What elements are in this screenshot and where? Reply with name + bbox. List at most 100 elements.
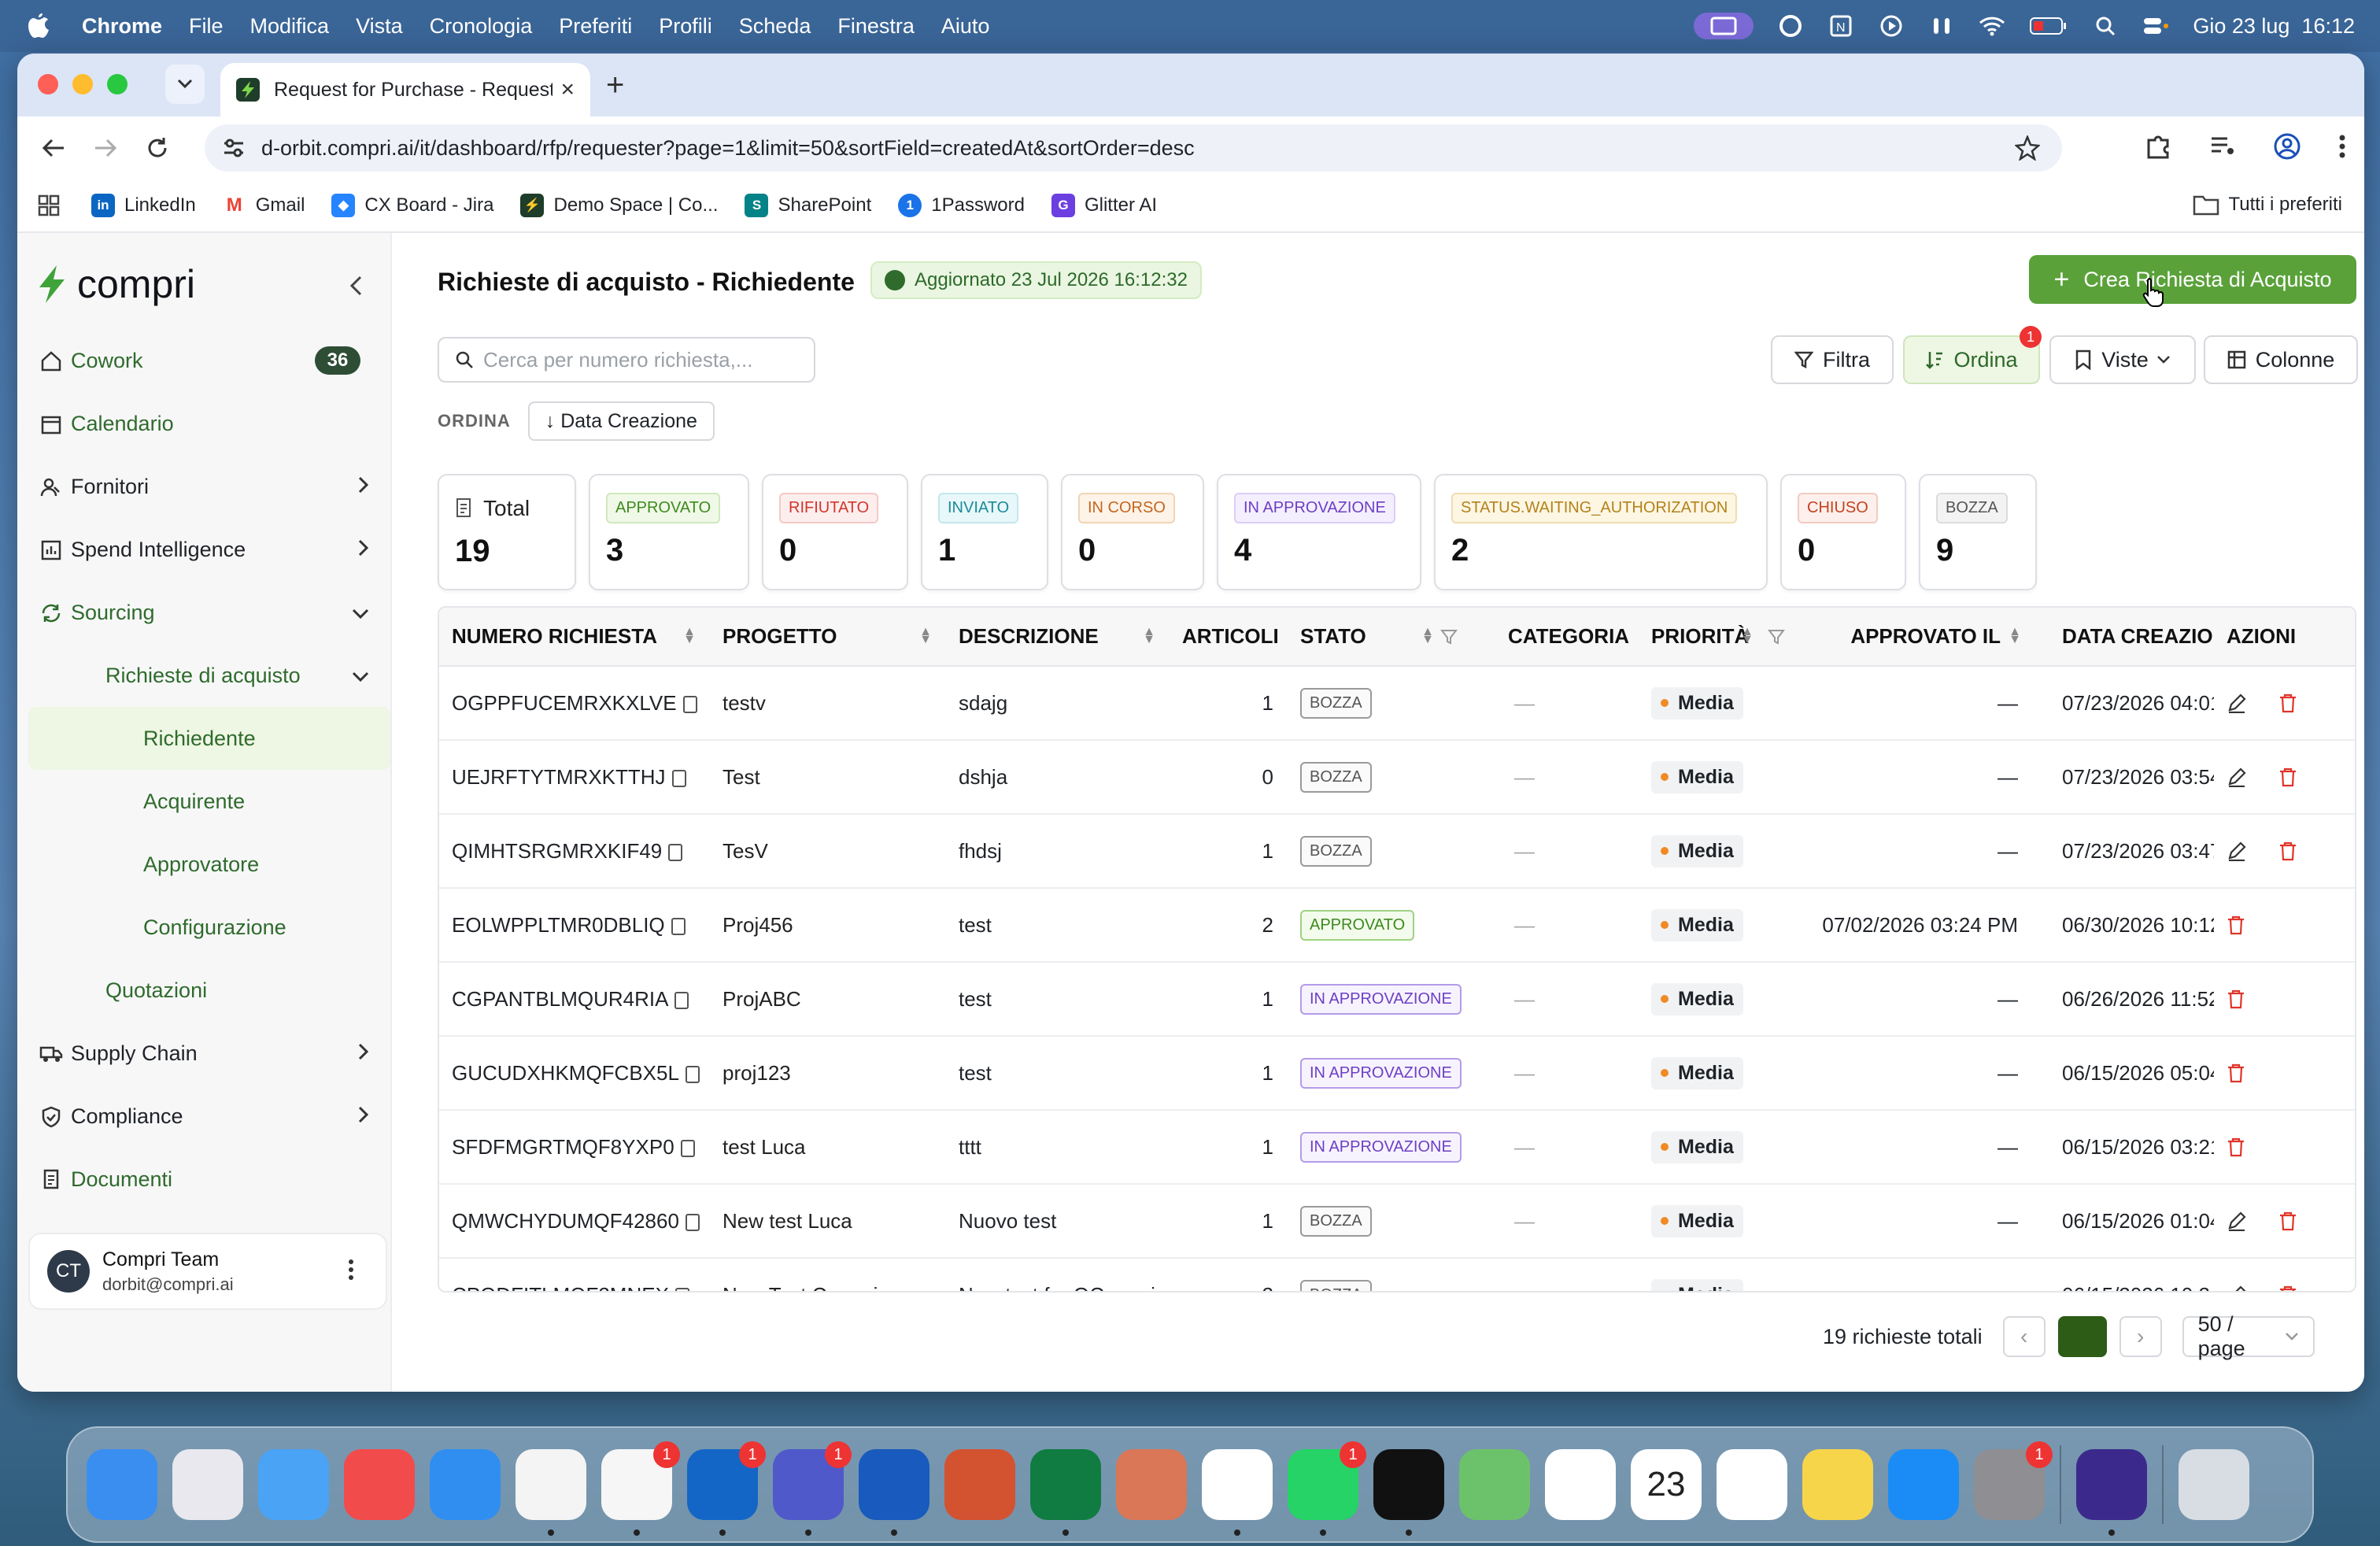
menu-cronologia[interactable]: Cronologia: [430, 14, 533, 39]
status-card-in-corso[interactable]: IN CORSO 0: [1061, 474, 1204, 590]
profile-icon[interactable]: [2273, 132, 2301, 161]
next-page-button[interactable]: ›: [2119, 1316, 2162, 1357]
copy-icon[interactable]: [674, 1287, 689, 1291]
table-row[interactable]: EOLWPPLTMR0DBLIQ Proj456 test 2 APPROVATO — Me…: [439, 888, 2355, 963]
copy-icon[interactable]: [668, 843, 683, 861]
user-card[interactable]: CT Compri Team dorbit@compri.ai: [28, 1233, 387, 1310]
delete-icon[interactable]: [2278, 693, 2297, 713]
delete-icon[interactable]: [2278, 767, 2297, 787]
cell-request-number[interactable]: QMWCHYDUMQF42860: [439, 1184, 710, 1259]
browser-menu-kebab-icon[interactable]: [2338, 132, 2347, 161]
delete-icon[interactable]: [2227, 989, 2245, 1009]
cell-request-number[interactable]: EOLWPPLTMR0DBLIQ: [439, 888, 710, 963]
appstore-icon[interactable]: [1888, 1449, 1959, 1520]
sort-chip-data-creazione[interactable]: ↓ Data Creazione: [527, 401, 715, 441]
status-card-approvato[interactable]: APPROVATO 3: [589, 474, 749, 590]
col-approvato-il[interactable]: APPROVATO IL ▲ ▼: [1796, 608, 2032, 667]
media-control-icon[interactable]: [2208, 132, 2237, 161]
columns-button[interactable]: Colonne: [2204, 335, 2358, 384]
teams-icon[interactable]: 1: [773, 1441, 852, 1536]
excel-icon[interactable]: [1030, 1449, 1101, 1536]
table-row[interactable]: QIMHTSRGMRXKIF49 TesV fhdsj 1 BOZZA — Media —07…: [439, 814, 2355, 889]
calendar-icon[interactable]: 23: [1631, 1449, 1702, 1520]
grammarly-icon[interactable]: [1777, 13, 1804, 39]
tab-search-button[interactable]: [165, 65, 205, 104]
battery-icon[interactable]: [2029, 13, 2068, 39]
zoom-window-button[interactable]: [107, 74, 128, 94]
new-tab-button[interactable]: +: [606, 68, 624, 103]
sort-button[interactable]: Ordina 1: [1903, 326, 2042, 384]
col-priorita[interactable]: PRIORITÀ ▲ ▼: [1639, 608, 1796, 667]
copy-icon[interactable]: [682, 695, 697, 713]
cell-request-number[interactable]: CPODFITLMQF2MNEX: [439, 1258, 710, 1291]
apps-grid-icon[interactable]: [38, 194, 60, 216]
delete-icon[interactable]: [2278, 841, 2297, 861]
search-input[interactable]: [483, 347, 798, 372]
outlook-icon[interactable]: 1: [687, 1441, 766, 1536]
delete-icon[interactable]: [2278, 1211, 2297, 1231]
notes-icon[interactable]: [1802, 1449, 1873, 1520]
claude-icon[interactable]: [1116, 1449, 1187, 1520]
user-menu-kebab-icon[interactable]: [348, 1258, 354, 1288]
sort-arrows-icon[interactable]: ▲ ▼: [1741, 626, 1754, 646]
menubar-clock[interactable]: Gio 23 lug 16:12: [2193, 14, 2355, 39]
word-icon[interactable]: [859, 1449, 929, 1536]
notion-icon[interactable]: [1202, 1449, 1273, 1536]
create-request-button[interactable]: + Crea Richiesta di Acquisto: [2029, 255, 2356, 304]
sidebar-item-cowork[interactable]: Cowork 36: [28, 329, 390, 392]
copy-icon[interactable]: [674, 991, 689, 1009]
airpods-icon[interactable]: [1928, 13, 1955, 39]
copy-icon[interactable]: [671, 917, 686, 935]
col-numero-richiesta[interactable]: NUMERO RICHIESTA ▲ ▼: [439, 608, 710, 667]
delete-icon[interactable]: [2227, 1137, 2245, 1157]
bookmark-glitter-ai[interactable]: G Glitter AI: [1051, 194, 1157, 217]
edit-icon[interactable]: [2227, 841, 2247, 861]
bookmark-linkedin[interactable]: in LinkedIn: [91, 194, 196, 217]
chrome-icon[interactable]: [516, 1449, 586, 1536]
bookmark-star-icon[interactable]: [2015, 135, 2040, 161]
copy-icon[interactable]: [685, 1065, 700, 1083]
tab-active[interactable]: Request for Purchase - Request ×: [220, 63, 590, 117]
slack-icon[interactable]: 1: [601, 1441, 680, 1536]
extensions-icon[interactable]: [2144, 132, 2172, 161]
menu-scheda[interactable]: Scheda: [739, 14, 811, 39]
sidebar-item-calendario[interactable]: Calendario: [28, 392, 390, 455]
table-row[interactable]: UEJRFTYTMRXKTTHJ Test dshja 0 BOZZA — Media —07…: [439, 740, 2355, 815]
bookmark-sharepoint[interactable]: S SharePoint: [745, 194, 871, 217]
reload-icon[interactable]: [142, 132, 173, 164]
sort-arrows-icon[interactable]: ▲ ▼: [1143, 626, 1155, 646]
status-card-rifiutato[interactable]: RIFIUTATO 0: [762, 474, 908, 590]
reminders-icon[interactable]: [1717, 1449, 1787, 1520]
copy-icon[interactable]: [680, 1139, 695, 1157]
page-size-select[interactable]: 50 / page: [2182, 1312, 2315, 1360]
screen-share-icon[interactable]: [1694, 13, 1754, 39]
menu-profili[interactable]: Profili: [659, 14, 712, 39]
sort-arrows-icon[interactable]: ▲ ▼: [683, 626, 696, 646]
control-center-icon[interactable]: [2142, 13, 2169, 39]
cell-request-number[interactable]: UEJRFTYTMRXKTTHJ: [439, 740, 710, 815]
powerpoint-icon[interactable]: [944, 1449, 1015, 1520]
bookmark-1password[interactable]: 1 1Password: [898, 194, 1025, 217]
sidebar-item-sourcing[interactable]: Sourcing: [28, 581, 390, 644]
current-page-button[interactable]: [2057, 1316, 2107, 1357]
sidebar-item-fornitori[interactable]: Fornitori: [28, 455, 390, 518]
forward-icon[interactable]: [90, 132, 121, 164]
sidebar-item-compliance[interactable]: Compliance: [28, 1085, 390, 1148]
menu-aiuto[interactable]: Aiuto: [941, 14, 990, 39]
col-stato[interactable]: STATO ▲ ▼: [1288, 608, 1495, 667]
menu-file[interactable]: File: [189, 14, 224, 39]
delete-icon[interactable]: [2227, 915, 2245, 935]
play-circle-icon[interactable]: [1878, 13, 1905, 39]
safari-icon[interactable]: [430, 1449, 501, 1520]
status-card-total[interactable]: Total 19: [438, 474, 576, 590]
menu-preferiti[interactable]: Preferiti: [559, 14, 632, 39]
back-icon[interactable]: [38, 132, 69, 164]
views-button[interactable]: Viste: [2049, 335, 2196, 384]
status-card-inviato[interactable]: INVIATO 1: [921, 474, 1048, 590]
menu-finestra[interactable]: Finestra: [837, 14, 915, 39]
close-window-button[interactable]: [38, 74, 58, 94]
bookmark-gmail[interactable]: M Gmail: [222, 194, 305, 217]
minimize-window-button[interactable]: [72, 74, 93, 94]
copy-icon[interactable]: [685, 1213, 700, 1231]
cell-request-number[interactable]: OGPPFUCEMRXKXLVE: [439, 666, 710, 741]
